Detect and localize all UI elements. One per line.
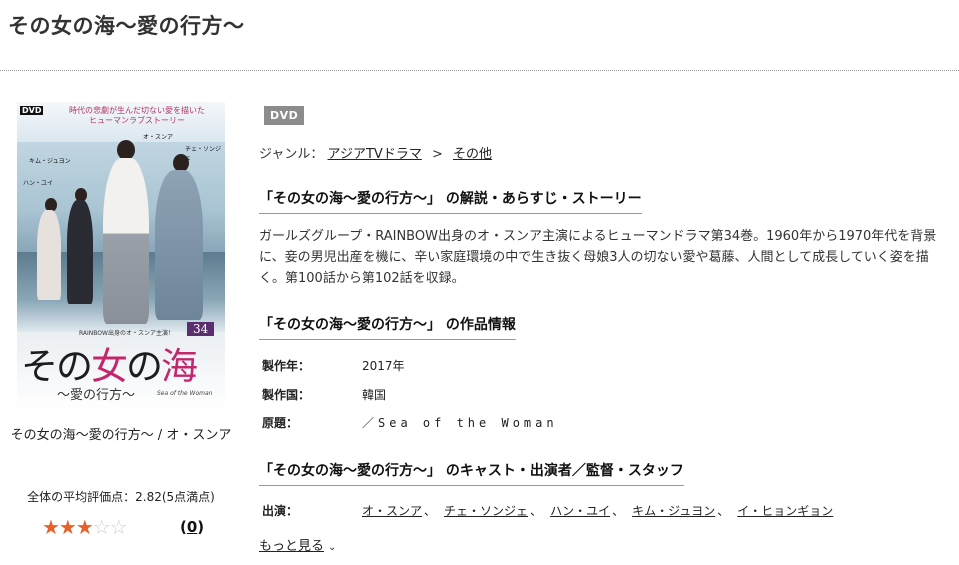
show-more[interactable]: もっと見る ⌄ — [259, 535, 336, 554]
synopsis-text: ガールズグループ・RAINBOW出身のオ・スンア主演によるヒューマンドラマ第34… — [259, 229, 937, 286]
figure-head — [117, 140, 135, 160]
genre-label: ジャンル： — [259, 147, 324, 162]
info-label: 製作国： — [262, 388, 311, 402]
cover-tagline-line-2: ヒューマンラブストーリー — [89, 116, 185, 125]
cast-link[interactable]: キム・ジュヨン — [632, 504, 715, 518]
cover-title-part: 海 — [161, 345, 198, 388]
chevron-down-icon: ⌄ — [328, 542, 337, 553]
average-rating: 全体の平均評価点：2.82(5点満点) — [27, 490, 215, 504]
cast-label: 出演： — [262, 504, 299, 518]
star-empty-icon: ☆☆ — [92, 515, 128, 539]
info-value: 韓国 — [362, 388, 387, 402]
info-label: 原題： — [262, 416, 299, 430]
cover-title-part: その — [21, 345, 93, 388]
review-count-link[interactable]: 0 — [187, 518, 197, 536]
cover-name: キム・ジュヨン — [29, 158, 71, 165]
cast-link[interactable]: イ・ヒョンギョン — [737, 504, 833, 518]
dvd-badge: DVD — [264, 106, 305, 125]
cover-volume: 34 — [187, 322, 215, 336]
cover-dvd-tag: DVD — [20, 106, 44, 115]
info-row-original-title: 原題： ／Sea of the Woman — [262, 414, 558, 431]
cast-link[interactable]: オ・スンア — [362, 504, 422, 518]
cover-main-title: その女の海 — [21, 336, 198, 390]
cast-heading: 「その女の海～愛の行方～」 のキャスト・出演者／監督・スタッフ — [259, 460, 684, 486]
star-filled-icon: ★★★ — [42, 515, 94, 539]
paren-close: ) — [197, 518, 205, 536]
paren-open: ( — [180, 518, 187, 536]
cast-link[interactable]: チェ・ソンジェ — [444, 504, 528, 518]
cast-link[interactable]: ハン・ユイ — [550, 504, 610, 518]
cover-title-part: 女 — [91, 345, 128, 388]
page-title: その女の海～愛の行方～ — [8, 14, 245, 38]
cast-comma: 、 — [612, 504, 625, 518]
cover-subtitle: ～愛の行方～ — [57, 388, 136, 403]
info-row-year: 製作年： 2017年 — [262, 357, 405, 374]
figure-man-right — [155, 170, 203, 320]
info-label: 製作年： — [262, 359, 311, 373]
info-value: ／Sea of the Woman — [362, 416, 558, 430]
title-divider — [0, 70, 959, 71]
work-info-heading: 「その女の海～愛の行方～」 の作品情報 — [259, 314, 516, 340]
cover-name: チェ・ソンジェ — [185, 146, 222, 162]
cast-comma: 、 — [530, 504, 543, 518]
figure-woman-center — [103, 158, 149, 324]
cover-tagline-line-1: 時代の悲劇が生んだ切ない愛を描いた — [69, 106, 205, 115]
genre-link-asian-tv-drama[interactable]: アジアTVドラマ — [328, 147, 422, 162]
info-value: 2017年 — [362, 359, 405, 373]
cover-name: ハン・ユイ — [23, 180, 54, 187]
cast-comma: 、 — [717, 504, 730, 518]
rating-stars: ★★★☆☆ — [42, 515, 128, 539]
show-more-link[interactable]: もっと見る — [259, 539, 324, 554]
genre-separator: > — [431, 147, 443, 162]
cover-tagline: 時代の悲劇が生んだ切ない愛を描いた ヒューマンラブストーリー — [57, 106, 217, 126]
genre-breadcrumb: ジャンル： アジアTVドラマ > その他 — [259, 143, 492, 162]
synopsis-heading: 「その女の海～愛の行方～」 の解説・あらすじ・ストーリー — [259, 188, 642, 214]
figure-woman-left — [37, 210, 61, 300]
cover-name: オ・スンア — [143, 134, 174, 141]
genre-link-other[interactable]: その他 — [453, 147, 492, 162]
info-row-country: 製作国： 韓国 — [262, 386, 386, 403]
cast-comma: 、 — [424, 504, 437, 518]
cover-image[interactable]: DVD 時代の悲劇が生んだ切ない愛を描いた ヒューマンラブストーリー オ・スンア… — [17, 102, 225, 410]
cover-english-title: Sea of the Woman — [157, 390, 213, 397]
figure-man-left — [67, 200, 93, 304]
review-count: (0) — [180, 518, 204, 536]
item-caption: その女の海～愛の行方～ / オ・スンア — [10, 428, 232, 443]
cast-row: 出演： オ・スンア、チェ・ソンジェ、ハン・ユイ、キム・ジュヨン、イ・ヒョンギョン — [262, 502, 833, 519]
cover-title-part: の — [126, 345, 163, 388]
